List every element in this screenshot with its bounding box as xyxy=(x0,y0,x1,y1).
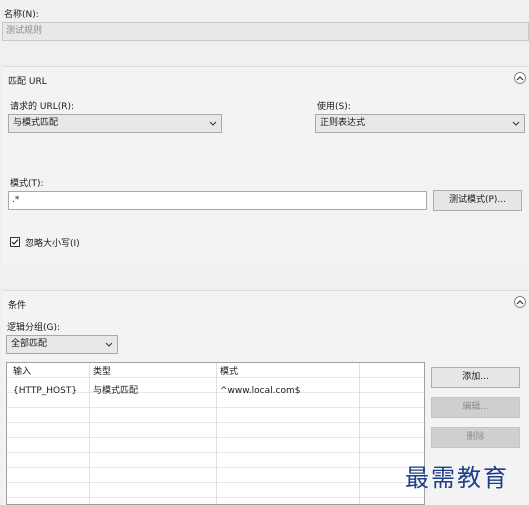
using-value: 正则表达式 xyxy=(320,118,366,128)
column-divider xyxy=(359,363,360,504)
using-label: 使用(S): xyxy=(317,102,351,112)
pattern-input[interactable]: .* xyxy=(8,191,427,210)
column-divider xyxy=(89,363,90,504)
remove-button[interactable]: 删除 xyxy=(431,427,520,448)
column-divider xyxy=(216,363,217,504)
match-url-collapse-icon[interactable] xyxy=(514,72,526,84)
logical-grouping-label: 逻辑分组(G): xyxy=(7,323,61,333)
chevron-down-icon xyxy=(512,121,520,126)
requested-url-select[interactable]: 与模式匹配 xyxy=(8,114,222,133)
cell-type: 与模式匹配 xyxy=(93,386,139,396)
chevron-down-icon xyxy=(209,121,217,126)
match-url-section: 匹配 URL xyxy=(2,66,529,265)
conditions-title: 条件 xyxy=(8,301,27,311)
logical-grouping-select[interactable]: 全部匹配 xyxy=(6,335,118,354)
requested-url-value: 与模式匹配 xyxy=(13,118,59,128)
chevron-down-icon xyxy=(105,342,113,347)
ignore-case-checkbox[interactable] xyxy=(10,237,20,247)
conditions-collapse-icon[interactable] xyxy=(514,296,526,308)
ignore-case-label: 忽略大小写(I) xyxy=(25,239,80,249)
rule-name-label: 名称(N): xyxy=(4,10,39,20)
checkmark-icon xyxy=(11,239,19,245)
match-url-title: 匹配 URL xyxy=(8,77,47,87)
watermark-logo: 最需教育 xyxy=(405,464,509,492)
add-button[interactable]: 添加... xyxy=(431,367,520,388)
rule-name-field[interactable]: 测试规则 xyxy=(2,22,529,41)
column-header-pattern[interactable]: 模式 xyxy=(220,365,238,380)
test-pattern-button[interactable]: 测试模式(P)... xyxy=(433,190,522,211)
requested-url-label: 请求的 URL(R): xyxy=(10,102,75,112)
column-header-input[interactable]: 输入 xyxy=(13,365,31,380)
logical-grouping-value: 全部匹配 xyxy=(11,339,48,349)
using-select[interactable]: 正则表达式 xyxy=(315,114,525,133)
column-header-type[interactable]: 类型 xyxy=(93,365,111,380)
pattern-label: 模式(T): xyxy=(10,179,44,189)
conditions-grid[interactable]: 输入 类型 模式 {HTTP_HOST} 与模式匹配 ^www.local.co… xyxy=(6,362,425,505)
cell-pattern: ^www.local.com$ xyxy=(220,386,301,396)
cell-input: {HTTP_HOST} xyxy=(13,386,78,396)
edit-button[interactable]: 编辑... xyxy=(431,397,520,418)
